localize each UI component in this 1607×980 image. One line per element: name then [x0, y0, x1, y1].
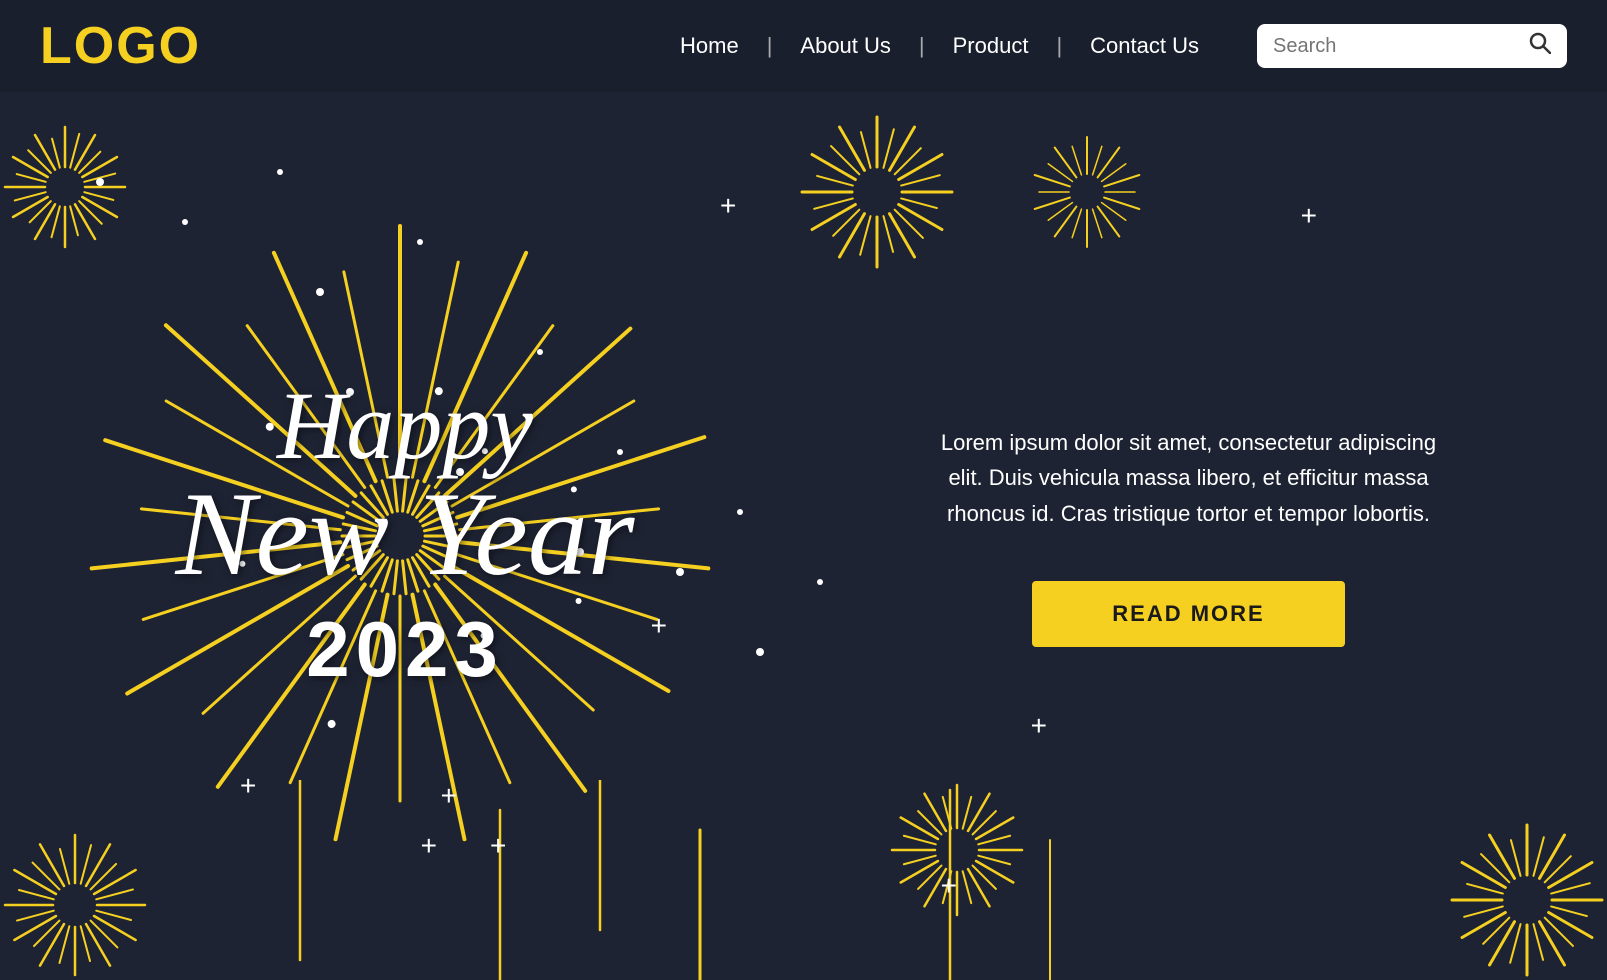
search-button[interactable] [1529, 32, 1551, 60]
navbar: LOGO Home | About Us | Product | Contact… [0, 0, 1607, 92]
hero-right: Lorem ipsum dolor sit amet, consectetur … [810, 92, 1607, 980]
nav-item-about[interactable]: About Us [772, 33, 919, 59]
nav-item-product[interactable]: Product [925, 33, 1057, 59]
hero-left: Happy New Year 2023 [0, 92, 810, 980]
search-input[interactable] [1273, 35, 1529, 58]
hero-section: + + + + + + + + + Happy New Year 2023 [0, 92, 1607, 980]
logo[interactable]: LOGO [40, 16, 201, 76]
nav-link-product[interactable]: Product [925, 33, 1057, 59]
hero-new-year-text: New Year [175, 474, 634, 594]
hero-text-container: Happy New Year 2023 [175, 378, 634, 695]
nav-link-home[interactable]: Home [652, 33, 767, 59]
read-more-button[interactable]: READ MORE [1032, 581, 1344, 647]
hero-description: Lorem ipsum dolor sit amet, consectetur … [929, 425, 1449, 531]
nav-item-contact[interactable]: Contact Us [1062, 33, 1227, 59]
nav-link-contact[interactable]: Contact Us [1062, 33, 1227, 59]
nav-link-about[interactable]: About Us [772, 33, 919, 59]
nav-links: Home | About Us | Product | Contact Us [652, 33, 1227, 59]
nav-item-home[interactable]: Home [652, 33, 767, 59]
hero-happy-text: Happy [277, 372, 533, 479]
search-box[interactable] [1257, 24, 1567, 68]
hero-year-text: 2023 [175, 604, 634, 695]
